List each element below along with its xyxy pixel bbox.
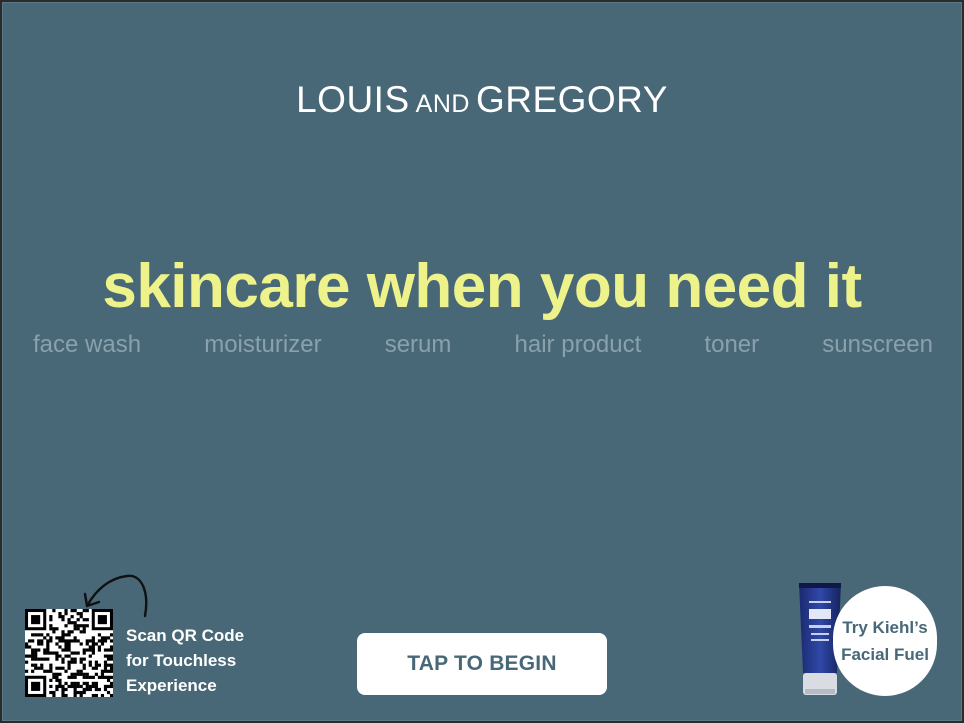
qr-instructions-line2: for Touchless (126, 651, 237, 670)
category-hair-product[interactable]: hair product (515, 331, 642, 359)
category-moisturizer[interactable]: moisturizer (204, 331, 321, 359)
qr-code-icon (25, 609, 113, 697)
promo-line1: Try Kiehl’s (842, 618, 928, 637)
kiosk-screen: LOUIS AND GREGORY skincare when you need i… (2, 2, 962, 721)
category-serum[interactable]: serum (385, 331, 452, 359)
category-sunscreen[interactable]: sunscreen (822, 331, 933, 359)
brand-name-part3: GREGORY (475, 79, 668, 120)
promo-badge[interactable]: Try Kiehl’s Facial Fuel (833, 586, 937, 696)
tap-to-begin-button[interactable]: TAP TO BEGIN (357, 633, 607, 695)
category-face-wash[interactable]: face wash (33, 331, 141, 359)
brand-name-part2: AND (415, 90, 470, 118)
qr-instructions-line3: Experience (126, 676, 217, 695)
brand-logo: LOUIS AND GREGORY (3, 79, 961, 121)
qr-instructions-line1: Scan QR Code (126, 626, 245, 645)
category-toner[interactable]: toner (704, 331, 759, 359)
qr-instructions: Scan QR Code for Touchless Experience (126, 623, 244, 698)
brand-name-part1: LOUIS (296, 79, 410, 120)
headline: skincare when you need it (102, 252, 862, 321)
category-list: face wash moisturizer serum hair product… (33, 331, 933, 359)
promo-line2: Facial Fuel (841, 645, 929, 664)
qr-code[interactable] (25, 609, 113, 697)
